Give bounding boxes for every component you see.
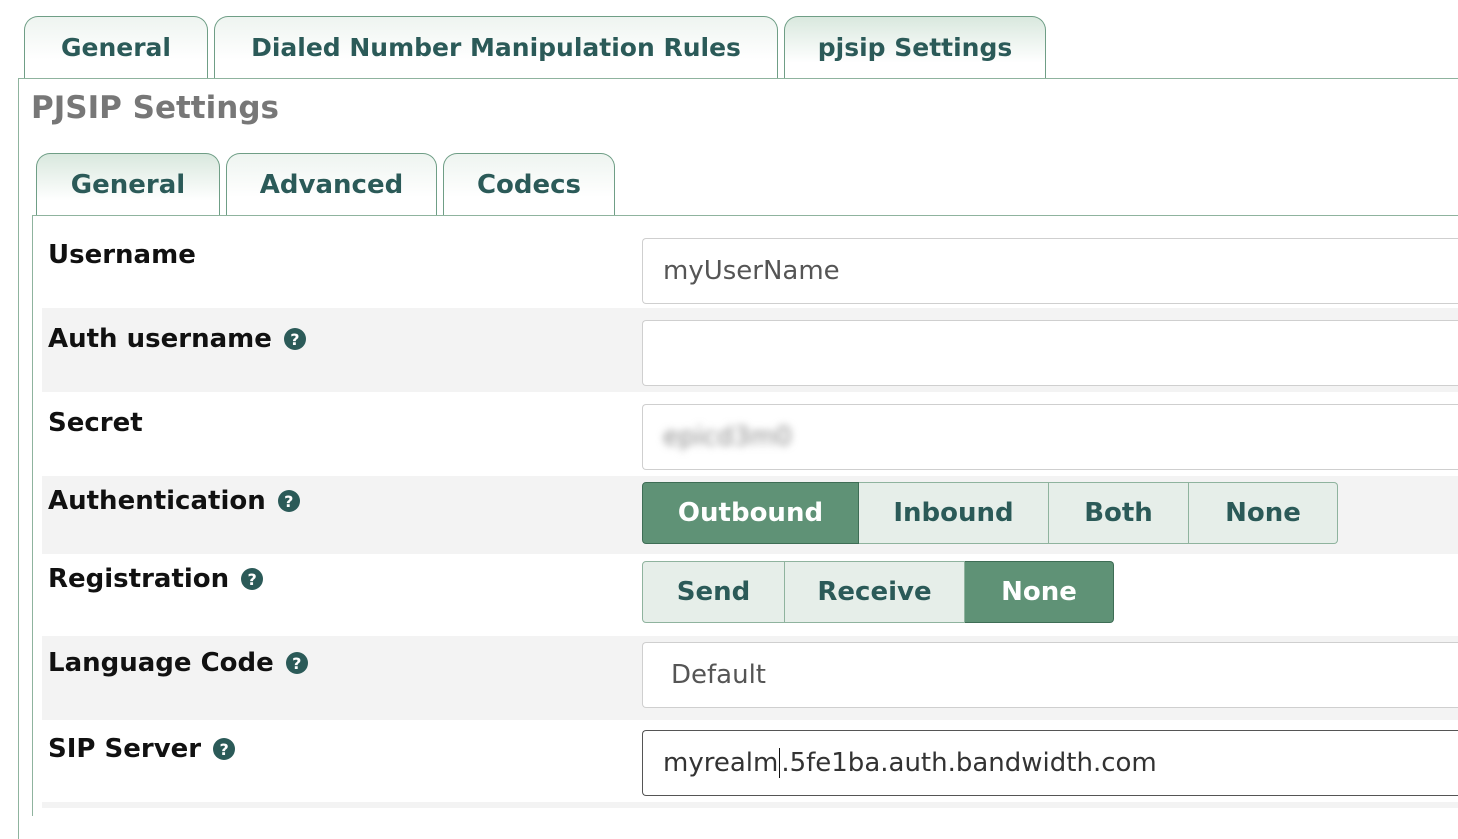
authentication-both-button[interactable]: Both [1049,482,1189,544]
help-icon[interactable]: ? [277,490,300,512]
registration-receive-button[interactable]: Receive [785,561,965,623]
registration-none-button[interactable]: None [965,561,1114,623]
registration-button-group: Send Receive None [642,561,1114,623]
form-row-sip-server: SIP Server ? myrealm .5fe1ba.auth.bandwid… [42,720,1458,808]
help-icon[interactable]: ? [241,568,264,590]
help-icon[interactable]: ? [213,738,236,760]
registration-label: Registration ? [48,564,264,594]
username-label: Username [48,240,196,270]
form-row-secret: Secret epicd3m0 [42,392,1458,476]
inner-tab-bar: General Advanced Codecs [36,153,615,216]
inner-tab-general[interactable]: General [36,153,220,216]
auth-username-input[interactable] [642,320,1458,386]
section-title: PJSIP Settings [31,90,279,126]
authentication-none-button[interactable]: None [1189,482,1338,544]
form-row-authentication: Authentication ? Outbound Inbound Both N… [42,476,1458,554]
authentication-label: Authentication ? [48,486,300,516]
form-row-username: Username myUserName [42,226,1458,308]
registration-send-button[interactable]: Send [642,561,785,623]
authentication-outbound-button[interactable]: Outbound [642,482,859,544]
auth-username-label: Auth username ? [48,324,306,354]
inner-tab-advanced[interactable]: Advanced [226,153,437,216]
authentication-inbound-button[interactable]: Inbound [859,482,1049,544]
help-icon[interactable]: ? [283,328,306,350]
text-cursor [779,748,781,778]
top-tab-bar: General Dialed Number Manipulation Rules… [24,16,1046,78]
form-row-auth-username: Auth username ? [42,308,1458,392]
form-row-language-code: Language Code ? Default [42,636,1458,720]
help-icon[interactable]: ? [285,652,308,674]
inner-tab-codecs[interactable]: Codecs [443,153,615,216]
username-input[interactable]: myUserName [642,238,1458,304]
tab-dialed-number-manipulation-rules[interactable]: Dialed Number Manipulation Rules [214,16,778,78]
tab-pjsip-settings[interactable]: pjsip Settings [784,16,1046,78]
language-code-label: Language Code ? [48,648,308,678]
form-row-next [42,802,1458,808]
sip-server-input[interactable]: myrealm .5fe1ba.auth.bandwidth.com [642,730,1458,796]
secret-input[interactable]: epicd3m0 [642,404,1458,470]
tab-general[interactable]: General [24,16,208,78]
sip-server-label: SIP Server ? [48,734,236,764]
secret-label: Secret [48,408,143,438]
form-row-registration: Registration ? Send Receive None [42,554,1458,636]
language-code-select[interactable]: Default [642,642,1458,708]
authentication-button-group: Outbound Inbound Both None [642,482,1338,544]
